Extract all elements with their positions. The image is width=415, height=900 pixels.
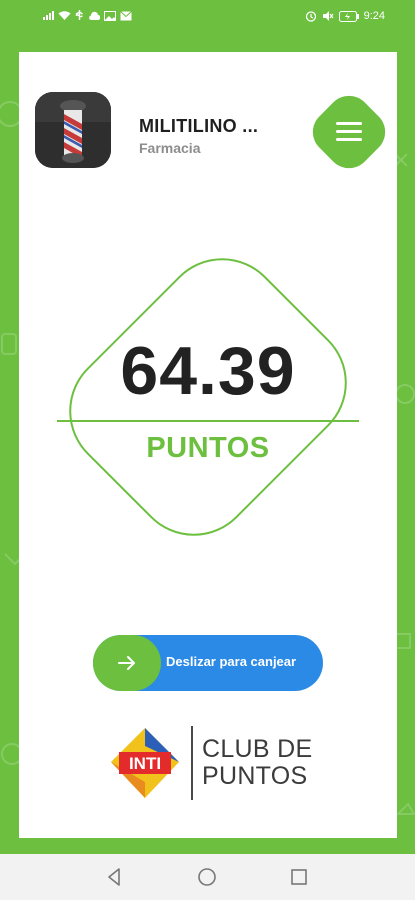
points-label: PUNTOS (146, 432, 270, 464)
status-icons-left (42, 10, 132, 21)
back-icon[interactable] (104, 866, 126, 888)
inti-logo-mark: INTI (111, 728, 179, 798)
menu-button[interactable] (303, 86, 395, 178)
points-value: 64.39 (120, 333, 296, 409)
store-name: MILITILINO ... (139, 116, 259, 136)
wifi-icon (58, 11, 71, 20)
menu-icon (336, 122, 362, 142)
store-category: Farmacia (139, 140, 201, 156)
club-name: CLUB DE PUNTOS (202, 736, 312, 790)
status-time: 9:24 (363, 10, 385, 22)
battery-icon (338, 10, 359, 22)
redeem-slider[interactable]: Deslizar para canjear (93, 635, 323, 691)
points-divider (57, 420, 359, 422)
cloud-icon (89, 11, 100, 20)
usb-icon (75, 10, 83, 20)
signal-icon (43, 11, 54, 20)
status-icons-right: 9:24 (305, 10, 385, 22)
navigation-bar (0, 854, 415, 900)
logo-separator (191, 726, 193, 800)
arrow-right-icon (118, 656, 135, 670)
club-line-2: PUNTOS (202, 762, 308, 790)
club-line-1: CLUB DE (202, 735, 313, 763)
club-logo: INTI CLUB DE PUNTOS (109, 722, 329, 806)
mute-icon (322, 11, 334, 21)
status-bar: 9:24 (0, 0, 415, 34)
alarm-icon (305, 11, 316, 22)
gallery-icon (104, 10, 116, 21)
mail-icon (120, 10, 132, 20)
recents-icon[interactable] (288, 866, 310, 888)
slider-label: Deslizar para canjear (166, 654, 297, 669)
slider-handle[interactable] (93, 635, 161, 691)
barber-pole-image (35, 92, 111, 168)
points-card: MILITILINO ... Farmacia 64.39 PUNTOS Des… (19, 52, 397, 838)
svg-text:INTI: INTI (129, 754, 161, 773)
store-avatar (35, 92, 111, 168)
home-icon[interactable] (196, 866, 218, 888)
